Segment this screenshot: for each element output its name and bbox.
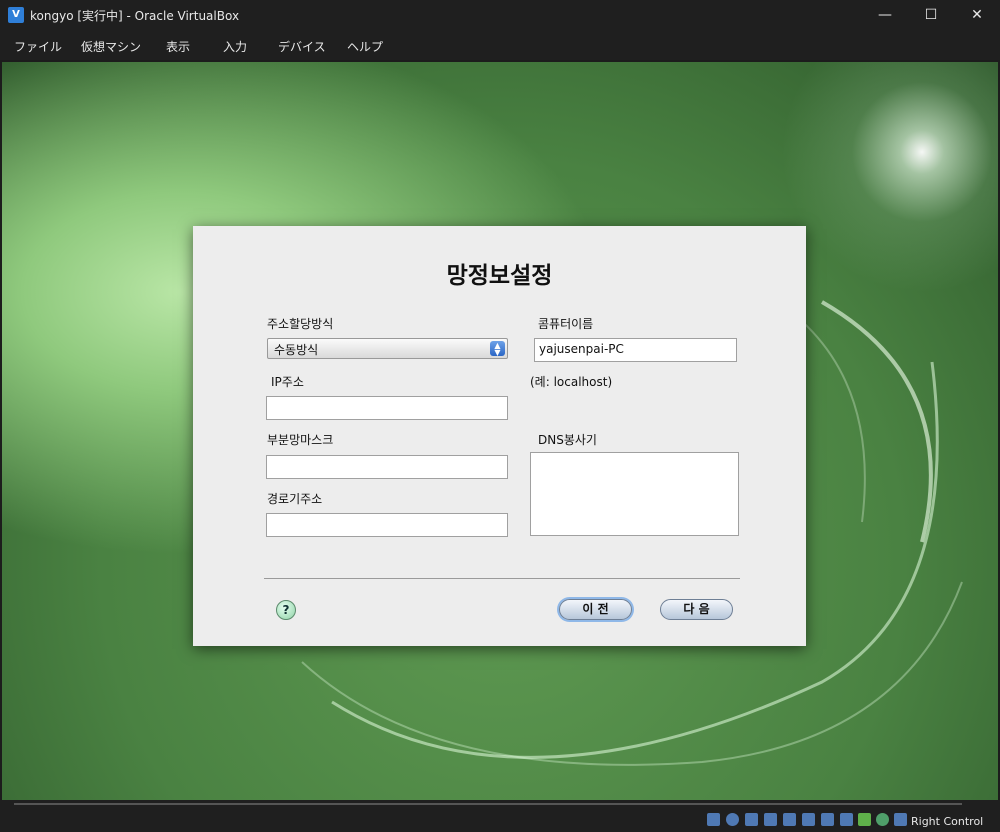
next-button[interactable]: 다 음: [660, 599, 733, 620]
status-bar: Right Control: [0, 800, 1000, 832]
example-hint: (례: localhost): [530, 375, 613, 389]
audio-icon[interactable]: [745, 813, 758, 826]
dns-server-label: DNS봉사기: [538, 433, 597, 447]
virtualbox-icon: V: [8, 7, 24, 23]
usb-icon[interactable]: [783, 813, 796, 826]
address-mode-label: 주소할당방식: [267, 317, 334, 331]
subnet-mask-field[interactable]: [266, 455, 508, 479]
minimize-icon[interactable]: —: [862, 0, 908, 30]
address-mode-value: 수동방식: [274, 343, 319, 357]
ip-address-label: IP주소: [271, 375, 304, 389]
status-separator: [14, 803, 962, 805]
help-icon[interactable]: ?: [276, 600, 296, 620]
network-icon[interactable]: [764, 813, 777, 826]
menu-help[interactable]: ヘルプ: [347, 38, 383, 55]
window-title: kongyo [実行中] - Oracle VirtualBox: [30, 9, 240, 23]
computer-name-label: 콤퓨터이름: [538, 317, 594, 331]
computer-name-field[interactable]: yajusenpai-PC: [534, 338, 737, 362]
optical-drive-icon[interactable]: [726, 813, 739, 826]
recording-icon[interactable]: [840, 813, 853, 826]
ip-address-field[interactable]: [266, 396, 508, 420]
window-title-bar: V kongyo [実行中] - Oracle VirtualBox — ☐ ✕: [0, 0, 1000, 30]
menu-file[interactable]: ファイル: [14, 38, 62, 55]
subnet-mask-label: 부분망마스크: [267, 433, 334, 447]
dns-server-field[interactable]: [530, 452, 739, 536]
dialog-separator: [264, 578, 740, 579]
close-icon[interactable]: ✕: [954, 0, 1000, 30]
network-settings-dialog: 망정보설정 주소할당방식 수동방식 ▲ ▼ IP주소 부분망마스크 경로기주소 콤…: [193, 226, 806, 646]
menu-input[interactable]: 入力: [223, 38, 247, 55]
host-key-icon: [894, 813, 907, 826]
menu-view[interactable]: 表示: [166, 38, 190, 55]
menu-bar: ファイル 仮想マシン 表示 入力 デバイス ヘルプ: [0, 30, 1000, 60]
menu-machine[interactable]: 仮想マシン: [81, 38, 141, 55]
hard-disk-icon[interactable]: [707, 813, 720, 826]
host-key-label: Right Control: [911, 815, 984, 828]
previous-button[interactable]: 이 전: [559, 599, 632, 620]
cpu-icon[interactable]: [858, 813, 871, 826]
shared-folders-icon[interactable]: [802, 813, 815, 826]
dialog-title: 망정보설정: [446, 263, 553, 289]
maximize-icon[interactable]: ☐: [908, 0, 954, 30]
menu-devices[interactable]: デバイス: [278, 38, 326, 55]
display-icon[interactable]: [821, 813, 834, 826]
address-mode-select[interactable]: 수동방식 ▲ ▼: [267, 338, 508, 359]
gateway-field[interactable]: [266, 513, 508, 537]
updown-arrow-icon: ▲ ▼: [490, 341, 505, 357]
guest-display[interactable]: 망정보설정 주소할당방식 수동방식 ▲ ▼ IP주소 부분망마스크 경로기주소 콤…: [2, 62, 998, 800]
guest-additions-icon[interactable]: [876, 813, 889, 826]
gateway-label: 경로기주소: [267, 492, 323, 506]
